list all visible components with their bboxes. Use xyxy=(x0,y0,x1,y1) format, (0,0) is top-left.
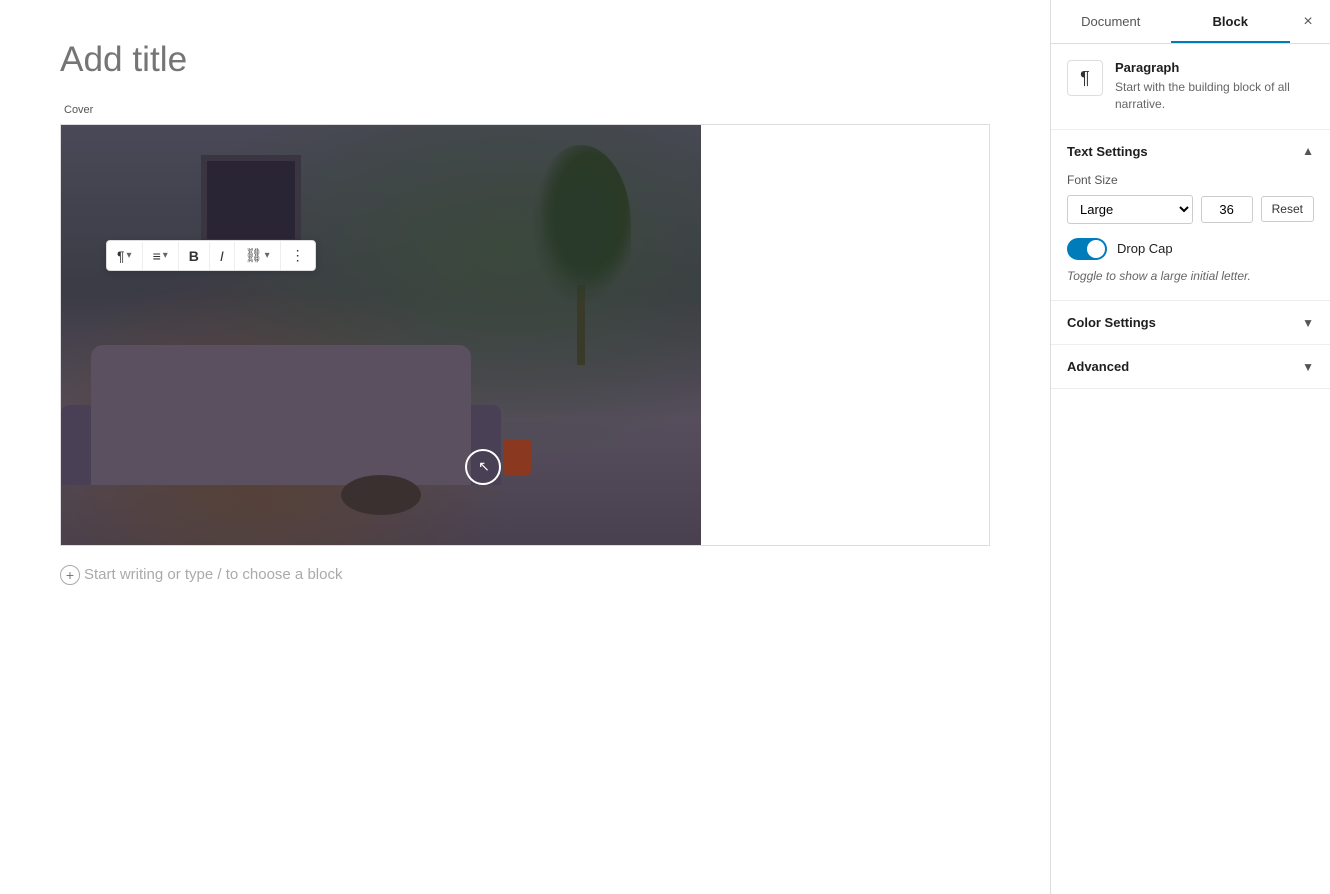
tab-block[interactable]: Block xyxy=(1171,0,1291,43)
drop-cap-hint: Toggle to show a large initial letter. xyxy=(1067,268,1314,285)
text-settings-header[interactable]: Text Settings ▲ xyxy=(1051,130,1330,173)
font-size-row: SmallMediumLargeExtra Large Reset xyxy=(1067,195,1314,224)
align-button[interactable]: ≡ ▾ xyxy=(143,242,179,270)
advanced-header[interactable]: Advanced ▼ xyxy=(1051,345,1330,388)
more-options-button[interactable]: ⋮ xyxy=(281,241,315,270)
paragraph-style-button[interactable]: ¶ ▾ xyxy=(107,242,143,270)
align-arrow: ▾ xyxy=(163,250,168,261)
tab-document[interactable]: Document xyxy=(1051,0,1171,43)
formatting-toolbar: ¶ ▾ ≡ ▾ B I ⛓ ▾ xyxy=(106,240,316,271)
bold-icon: B xyxy=(189,248,199,264)
cover-label: Cover xyxy=(60,102,97,118)
link-button[interactable]: ⛓ ▾ xyxy=(235,241,281,270)
more-icon: ⋮ xyxy=(291,247,305,264)
editor-title[interactable] xyxy=(60,40,990,80)
italic-button[interactable]: I xyxy=(210,242,235,270)
reset-button[interactable]: Reset xyxy=(1261,196,1314,222)
block-info: ¶ Paragraph Start with the building bloc… xyxy=(1051,44,1330,130)
cover-image: ↖ ¶ ▾ ≡ ▾ B I xyxy=(61,125,701,545)
close-button[interactable]: × xyxy=(1290,4,1326,40)
font-size-label: Font Size xyxy=(1067,173,1314,187)
cursor-indicator: ↖ xyxy=(465,449,501,485)
drop-cap-toggle[interactable] xyxy=(1067,238,1107,260)
text-settings-title: Text Settings xyxy=(1067,144,1148,159)
text-settings-chevron: ▲ xyxy=(1302,144,1314,158)
cover-block: ↖ ¶ ▾ ≡ ▾ B I xyxy=(60,124,990,546)
paragraph-arrow: ▾ xyxy=(127,250,132,261)
advanced-chevron: ▼ xyxy=(1302,360,1314,374)
paragraph-icon: ¶ xyxy=(117,248,125,264)
mug xyxy=(503,440,531,475)
font-size-select[interactable]: SmallMediumLargeExtra Large xyxy=(1067,195,1193,224)
text-settings-content: Font Size SmallMediumLargeExtra Large Re… xyxy=(1051,173,1330,301)
drop-cap-row: Drop Cap xyxy=(1067,238,1314,260)
plant xyxy=(521,145,641,365)
editor-area[interactable]: Cover ↖ ¶ ▾ ≡ xyxy=(0,0,1050,894)
font-size-input[interactable] xyxy=(1201,196,1253,223)
color-settings-title: Color Settings xyxy=(1067,315,1156,330)
color-settings-header[interactable]: Color Settings ▼ xyxy=(1051,301,1330,344)
sofa xyxy=(91,345,471,485)
add-block-button[interactable]: + xyxy=(60,565,80,585)
align-icon: ≡ xyxy=(153,248,161,264)
coffee-table xyxy=(341,475,421,515)
link-icon: ⛓ xyxy=(245,247,263,264)
block-description: Start with the building block of all nar… xyxy=(1115,79,1314,113)
block-type-icon: ¶ xyxy=(1067,60,1103,96)
picture-frame xyxy=(201,155,301,245)
editor-placeholder[interactable]: Start writing or type / to choose a bloc… xyxy=(84,566,990,583)
advanced-title: Advanced xyxy=(1067,359,1129,374)
drop-cap-label: Drop Cap xyxy=(1117,241,1173,256)
block-info-text: Paragraph Start with the building block … xyxy=(1115,60,1314,113)
advanced-section: Advanced ▼ xyxy=(1051,345,1330,389)
sidebar: Document Block × ¶ Paragraph Start with … xyxy=(1050,0,1330,894)
bold-button[interactable]: B xyxy=(179,242,210,270)
cursor-icon: ↖ xyxy=(478,458,490,475)
color-settings-section: Color Settings ▼ xyxy=(1051,301,1330,345)
link-arrow: ▾ xyxy=(265,250,270,261)
italic-icon: I xyxy=(220,248,224,264)
sidebar-tabs: Document Block × xyxy=(1051,0,1330,44)
color-settings-chevron: ▼ xyxy=(1302,316,1314,330)
block-name: Paragraph xyxy=(1115,60,1314,75)
text-settings-section: Text Settings ▲ Font Size SmallMediumLar… xyxy=(1051,130,1330,302)
